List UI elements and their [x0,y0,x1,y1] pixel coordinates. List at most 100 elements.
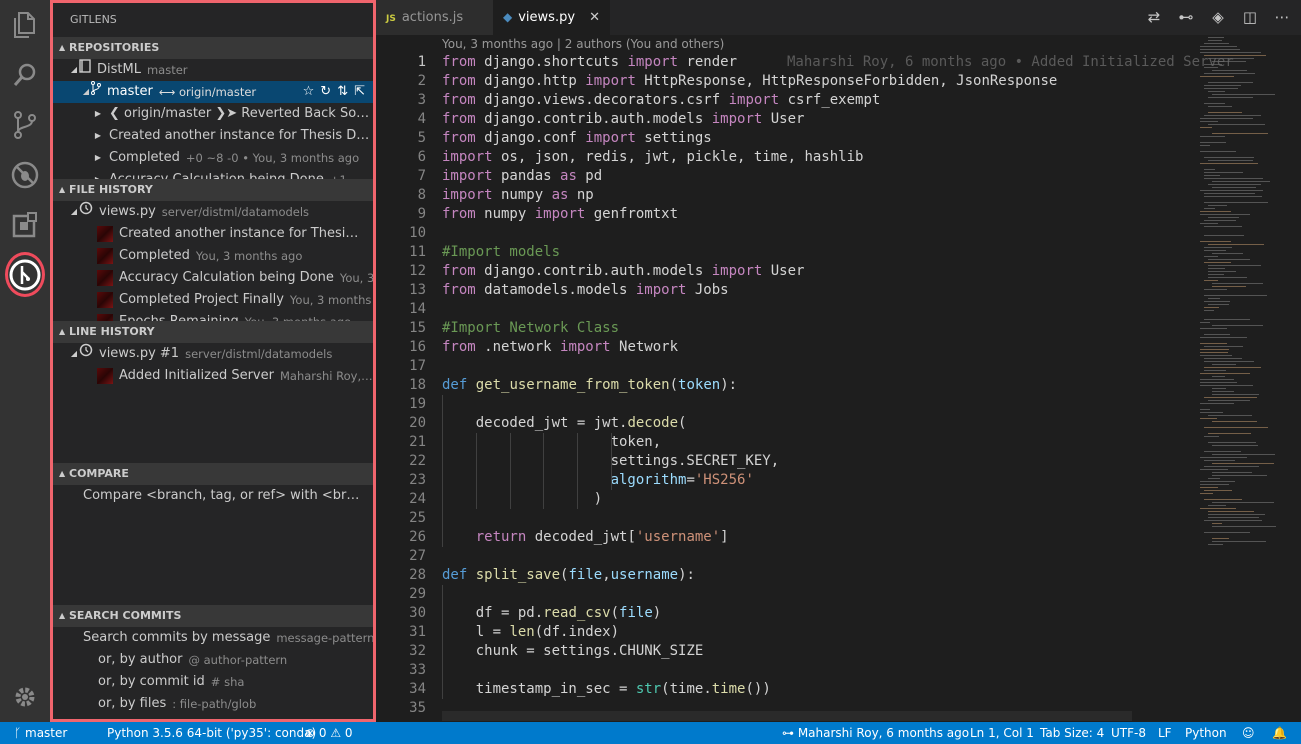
file-item[interactable]: ◢ views.py server/distml/datamodels [53,201,373,223]
line-number: 27 [409,548,426,564]
python-interpreter[interactable]: Python 3.5.6 64-bit ('py35': conda) [107,722,316,744]
compare-icon[interactable]: ⇅ [337,81,348,103]
python-icon: ◆ [503,10,513,24]
line-number: 5 [417,130,426,146]
compare-item[interactable]: Compare <branch, tag, or ref> with <bran… [53,485,373,507]
gitlens-highlight-ring [5,252,45,297]
minimap-line [1200,121,1218,122]
search-by-author[interactable]: or, by author @ author-pattern [53,649,373,671]
code-line: from django.http import HttpResponse, Ht… [442,73,1058,89]
minimap-line [1212,283,1263,284]
code-line: #Import Network Class [442,320,620,336]
minimap-line [1200,337,1247,338]
commit-item[interactable]: ▶ ❮ origin/master ❯➤ Reverted Back Sourc [53,103,373,125]
minimap-line [1208,268,1225,269]
minimap-line [1200,349,1229,350]
cursor-position[interactable]: Ln 1, Col 1 [970,722,1034,744]
search-by-message[interactable]: Search commits by message message-pattern [53,627,373,649]
minimap-line [1200,76,1234,77]
search-commits-header[interactable]: ▲ SEARCH COMMITS [53,605,373,627]
bell-icon[interactable]: 🔔 [1272,722,1287,744]
minimap-line [1208,217,1239,218]
minimap-line [1208,271,1236,272]
search-icon[interactable] [0,50,50,100]
minimap-line [1204,193,1255,194]
compare-header[interactable]: ▲ COMPARE [53,463,373,485]
line-number: 24 [409,491,426,507]
problems-status[interactable]: ⊗ 0 ⚠ 0 [305,722,353,744]
blame-status[interactable]: ⊶ Maharshi Roy, 6 months ago [782,722,969,744]
line-file-item[interactable]: ◢ views.py #1 server/distml/datamodels [53,343,373,365]
chevron-down-icon: ◢ [70,207,78,216]
minimap-line [1204,262,1231,263]
minimap-line [1200,487,1218,488]
explorer-icon[interactable] [0,0,50,50]
minimap-line [1208,415,1252,416]
chevron-down-icon: ▲ [59,469,66,478]
repositories-header[interactable]: ▲ REPOSITORIES [53,37,373,59]
smiley-icon[interactable]: ☺ [1242,722,1255,744]
line-number: 14 [409,301,426,317]
repo-item[interactable]: ◢ DistML master [53,59,373,81]
commit-item[interactable]: ▶ Completed +0 ~8 -0 • You, 3 months ago [53,147,373,169]
end-of-line[interactable]: LF [1158,722,1172,744]
commit-item[interactable]: Completed You, 3 months ago [53,245,373,267]
codelens-blame[interactable]: You, 3 months ago | 2 authors (You and o… [442,37,724,51]
search-by-commit-id[interactable]: or, by commit id # sha [53,671,373,693]
branch-icon [91,81,101,103]
file-history-section: ▲ FILE HISTORY ◢ views.py server/distml/d… [53,179,373,321]
minimap-line [1208,277,1247,278]
code-content[interactable]: from django.shortcuts import render Mahar… [442,53,1234,718]
minimap-line [1200,493,1213,494]
encoding[interactable]: UTF-8 [1111,722,1146,744]
line-history-header[interactable]: ▲ LINE HISTORY [53,321,373,343]
line-number: 23 [409,472,426,488]
avatar [97,314,113,321]
debug-icon[interactable] [0,150,50,200]
open-external-icon[interactable]: ⇱ [354,81,365,103]
minimap-line [1212,391,1234,392]
commit-item[interactable]: ▶ Created another instance for Thesis Dem… [53,125,373,147]
code-line: from numpy import genfromtxt [442,206,679,222]
commit-item[interactable]: Accuracy Calculation being DoneYou, 3 mo… [53,267,373,289]
horizontal-scrollbar[interactable] [442,711,1132,721]
toggle-blame-icon[interactable]: ⊷ [1176,8,1196,26]
gear-icon[interactable] [0,672,50,722]
minimap-line [1204,295,1267,296]
tab-actions-js[interactable]: JS actions.js [376,0,493,35]
minimap-line [1200,385,1253,386]
minimap[interactable] [1196,35,1292,722]
extensions-icon[interactable] [0,200,50,250]
minimap-line [1204,157,1254,158]
star-icon[interactable]: ☆ [303,81,315,103]
history-icon[interactable]: ↻ [320,81,331,103]
chevron-down-icon: ▲ [59,327,66,336]
minimap-line [1208,265,1261,266]
avatar [97,368,113,384]
split-editor-icon[interactable]: ◫ [1240,8,1260,26]
tab-size[interactable]: Tab Size: 4 [1040,722,1104,744]
minimap-line [1208,433,1251,434]
close-icon[interactable]: ✕ [589,0,600,35]
line-number: 2 [417,73,426,89]
branch-item[interactable]: ◢ master ⟷ origin/master ☆ ↻ ⇅ ⇱ [53,81,373,103]
minimap-line [1212,94,1275,95]
language-mode[interactable]: Python [1185,722,1227,744]
source-control-icon[interactable] [0,100,50,150]
more-actions-icon[interactable]: ⋯ [1272,8,1292,26]
minimap-line [1212,286,1246,287]
commit-item[interactable]: Epochs RemainingYou, 3 months ago [53,311,373,321]
search-by-files[interactable]: or, by files: file-path/glob [53,693,373,715]
git-commit-icon[interactable]: ◈ [1208,8,1228,26]
tab-views-py[interactable]: ◆ views.py ✕ [493,0,610,35]
branch-status[interactable]: ᚴ master [14,722,67,744]
minimap-line [1204,427,1268,428]
minimap-line [1204,301,1230,302]
commit-item[interactable]: Completed Project FinallyYou, 3 months a… [53,289,373,311]
commit-item[interactable]: Created another instance for Thesis Demo [53,223,373,245]
minimap-line [1200,418,1217,419]
file-history-header[interactable]: ▲ FILE HISTORY [53,179,373,201]
code-editor[interactable]: You, 3 months ago | 2 authors (You and o… [376,35,1301,722]
compare-changes-icon[interactable]: ⇄ [1144,8,1164,26]
commit-item[interactable]: Added Initialized Server Maharshi Roy, 6 … [53,365,373,387]
